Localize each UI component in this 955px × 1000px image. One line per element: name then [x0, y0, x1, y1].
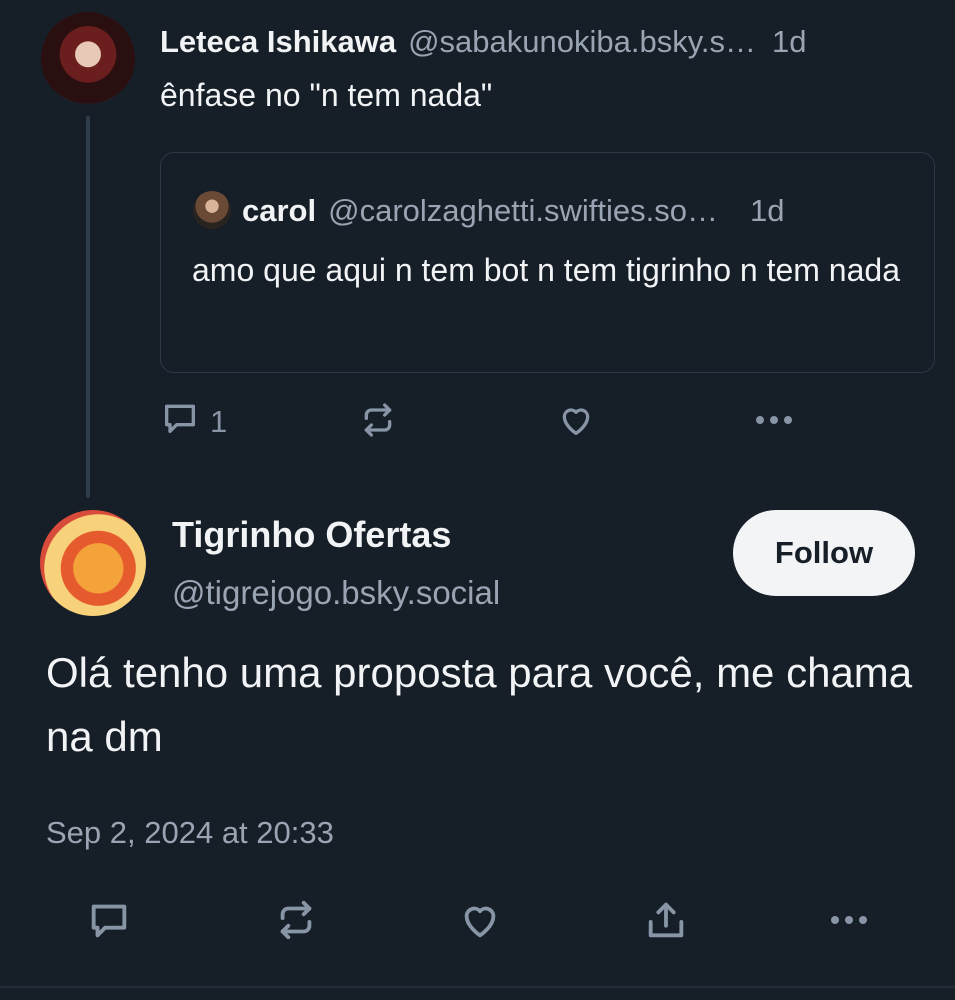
more-options-button[interactable]: [826, 899, 872, 945]
reply-button[interactable]: [86, 899, 132, 945]
avatar: [193, 191, 231, 229]
author-handle[interactable]: @tigrejogo.bsky.social: [172, 574, 500, 612]
ellipsis-icon: [752, 400, 796, 445]
comment-icon: [160, 398, 200, 446]
author-name[interactable]: Tigrinho Ofertas: [172, 514, 451, 556]
like-button[interactable]: [457, 899, 503, 945]
follow-button[interactable]: Follow: [733, 510, 915, 596]
quote-time: 1d: [749, 193, 785, 228]
reply-count: 1: [210, 404, 228, 439]
comment-icon: [86, 897, 132, 948]
ellipsis-icon: [826, 897, 872, 948]
share-icon: [643, 897, 689, 948]
divider: [0, 986, 955, 988]
quote-author-handle: @carolzaghetti.swifties.so…: [328, 193, 718, 228]
repost-icon: [273, 897, 319, 948]
post-text: ênfase no "n tem nada": [160, 77, 493, 113]
repost-button[interactable]: [358, 402, 398, 442]
repost-button[interactable]: [273, 899, 319, 945]
quote-header: carol @carolzaghetti.swifties.so… 1d: [242, 190, 784, 232]
like-button[interactable]: [556, 402, 596, 442]
heart-icon: [457, 897, 503, 948]
reply-button[interactable]: 1: [160, 402, 227, 442]
post-text: Olá tenho uma proposta para você, me cha…: [46, 649, 913, 760]
thread-connector-line: [86, 116, 90, 498]
author-handle[interactable]: @sabakunokiba.bsky.s…: [408, 24, 756, 60]
quote-text: amo que aqui n tem bot n tem tigrinho n …: [192, 252, 900, 288]
avatar[interactable]: [41, 12, 135, 106]
post-time: 1d: [772, 24, 807, 59]
quote-author-name: carol: [242, 193, 317, 228]
avatar[interactable]: [40, 510, 146, 616]
post-timestamp: Sep 2, 2024 at 20:33: [46, 815, 334, 850]
more-options-button[interactable]: [752, 402, 796, 442]
author-name[interactable]: Leteca Ishikawa: [160, 24, 396, 60]
parent-post-header: Leteca Ishikawa @sabakunokiba.bsky.s… 1d: [160, 20, 940, 64]
repost-icon: [358, 400, 398, 445]
heart-icon: [556, 400, 596, 445]
share-button[interactable]: [643, 899, 689, 945]
